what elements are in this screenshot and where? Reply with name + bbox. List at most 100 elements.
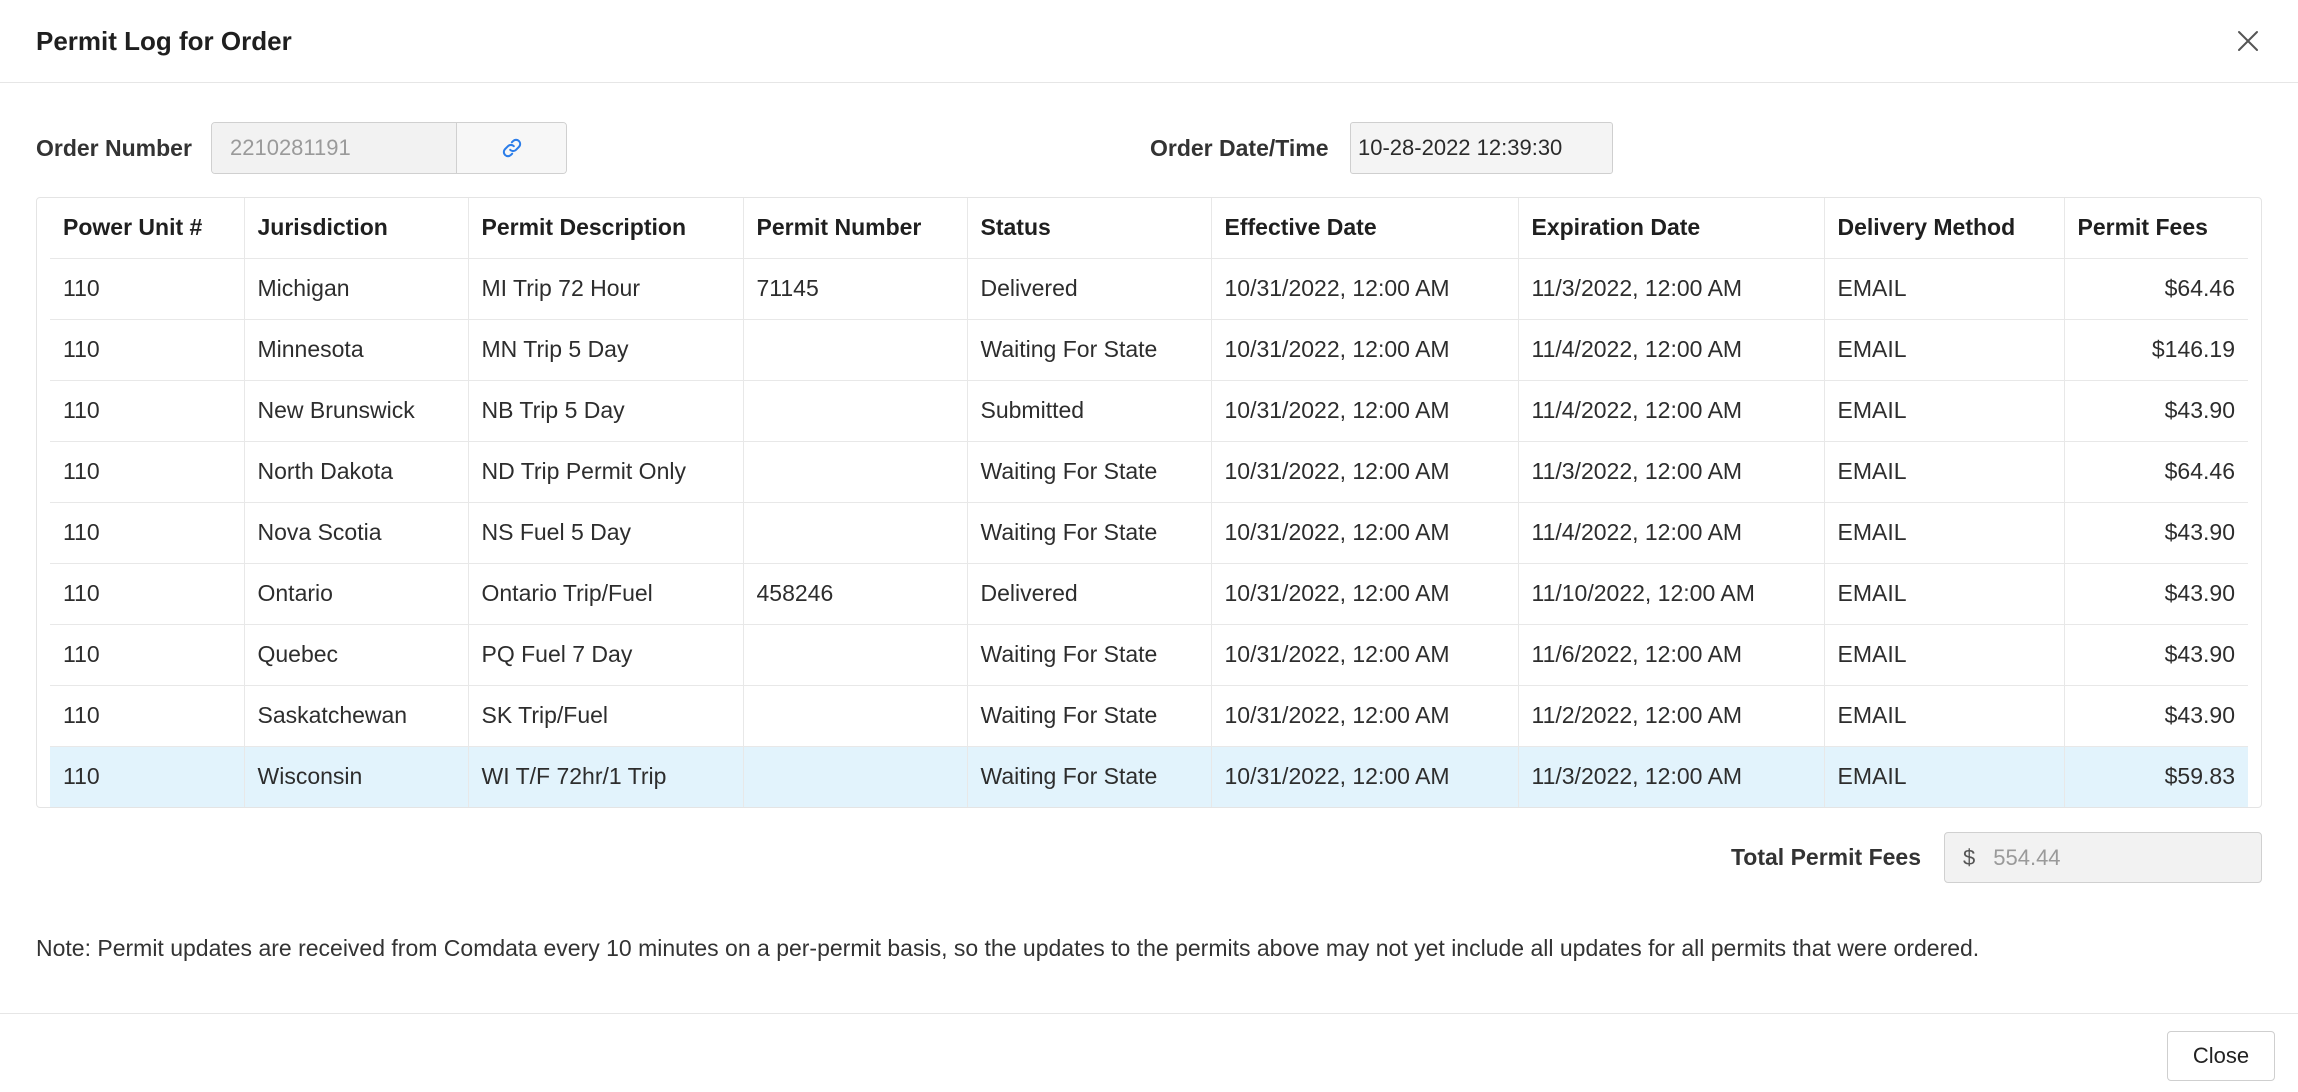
permit-number-cell — [742, 319, 967, 381]
update-note: Note: Permit updates are received from C… — [36, 935, 1980, 961]
order-number-input[interactable] — [212, 123, 457, 173]
table-row[interactable]: 110 New Brunswick NB Trip 5 Day Submitted 10… — [50, 380, 2248, 442]
table-row[interactable]: 110 Saskatchewan SK Trip/Fuel Waiting For S… — [50, 685, 2248, 747]
total-permit-fees-group: $ — [1944, 832, 2262, 883]
permit-description-cell: MI Trip 72 Hour — [467, 258, 743, 320]
table-row[interactable]: 110 Michigan MI Trip 72 Hour 71145 Delivered… — [50, 258, 2248, 320]
column-header-permit-fees[interactable]: Permit Fees — [2063, 198, 2248, 259]
expiration-date-cell: 11/6/2022, 12:00 AM — [1517, 624, 1824, 686]
permit-log-modal: Permit Log for Order Order Number Order … — [0, 0, 2298, 1092]
order-info-row: Order Number Order Date/Time — [36, 83, 2262, 197]
order-date-label: Order Date/Time — [1150, 135, 1329, 161]
table-row[interactable]: 110 Ontario Ontario Trip/Fuel 458246 Deliver… — [50, 563, 2248, 625]
permit-fees-cell: $59.83 — [2063, 746, 2248, 807]
column-header-jurisdiction[interactable]: Jurisdiction — [243, 198, 468, 259]
order-number-group — [211, 122, 567, 174]
jurisdiction-cell: New Brunswick — [243, 380, 468, 442]
column-header-delivery-method[interactable]: Delivery Method — [1823, 198, 2064, 259]
permit-number-cell — [742, 624, 967, 686]
permit-fees-cell: $43.90 — [2063, 624, 2248, 686]
table-row[interactable]: 110 Wisconsin WI T/F 72hr/1 Trip Waiting Fo… — [50, 746, 2248, 807]
column-header-power-unit[interactable]: Power Unit # — [50, 198, 244, 259]
status-cell: Waiting For State — [966, 624, 1211, 686]
modal-body: Order Number Order Date/Time — [0, 83, 2298, 963]
power-unit-cell: 110 — [50, 441, 244, 503]
close-button[interactable]: Close — [2167, 1031, 2275, 1081]
permit-number-cell — [742, 441, 967, 503]
total-permit-fees-input[interactable] — [1991, 843, 2212, 872]
permit-description-cell: WI T/F 72hr/1 Trip — [467, 746, 743, 807]
permits-table: Power Unit # Jurisdiction Permit Descrip… — [50, 198, 2248, 807]
delivery-method-cell: EMAIL — [1823, 380, 2064, 442]
status-cell: Delivered — [966, 563, 1211, 625]
permit-description-cell: NS Fuel 5 Day — [467, 502, 743, 564]
delivery-method-cell: EMAIL — [1823, 258, 2064, 320]
jurisdiction-cell: Saskatchewan — [243, 685, 468, 747]
permit-fees-cell: $43.90 — [2063, 380, 2248, 442]
table-row[interactable]: 110 Quebec PQ Fuel 7 Day Waiting For State 1… — [50, 624, 2248, 686]
table-row[interactable]: 110 Minnesota MN Trip 5 Day Waiting For Sta… — [50, 319, 2248, 381]
column-header-effective-date[interactable]: Effective Date — [1210, 198, 1518, 259]
effective-date-cell: 10/31/2022, 12:00 AM — [1210, 563, 1518, 625]
power-unit-cell: 110 — [50, 502, 244, 564]
effective-date-cell: 10/31/2022, 12:00 AM — [1210, 258, 1518, 320]
expiration-date-cell: 11/4/2022, 12:00 AM — [1517, 502, 1824, 564]
column-header-status[interactable]: Status — [966, 198, 1211, 259]
permit-number-cell — [742, 380, 967, 442]
table-row[interactable]: 110 Nova Scotia NS Fuel 5 Day Waiting For S… — [50, 502, 2248, 564]
status-cell: Waiting For State — [966, 746, 1211, 807]
effective-date-cell: 10/31/2022, 12:00 AM — [1210, 685, 1518, 747]
jurisdiction-cell: Nova Scotia — [243, 502, 468, 564]
expiration-date-cell: 11/3/2022, 12:00 AM — [1517, 441, 1824, 503]
permit-number-cell: 71145 — [742, 258, 967, 320]
link-icon[interactable] — [457, 123, 566, 173]
effective-date-cell: 10/31/2022, 12:00 AM — [1210, 624, 1518, 686]
effective-date-cell: 10/31/2022, 12:00 AM — [1210, 746, 1518, 807]
total-permit-fees-label: Total Permit Fees — [1730, 844, 1921, 870]
delivery-method-cell: EMAIL — [1823, 563, 2064, 625]
permit-description-cell: ND Trip Permit Only — [467, 441, 743, 503]
modal-footer: Close — [0, 1013, 2298, 1092]
delivery-method-cell: EMAIL — [1823, 624, 2064, 686]
effective-date-cell: 10/31/2022, 12:00 AM — [1210, 441, 1518, 503]
status-cell: Waiting For State — [966, 441, 1211, 503]
power-unit-cell: 110 — [50, 319, 244, 381]
column-header-permit-number[interactable]: Permit Number — [742, 198, 967, 259]
power-unit-cell: 110 — [50, 624, 244, 686]
permit-description-cell: Ontario Trip/Fuel — [467, 563, 743, 625]
permit-fees-cell: $64.46 — [2063, 258, 2248, 320]
status-cell: Waiting For State — [966, 685, 1211, 747]
status-cell: Waiting For State — [966, 319, 1211, 381]
permit-description-cell: SK Trip/Fuel — [467, 685, 743, 747]
permit-description-cell: NB Trip 5 Day — [467, 380, 743, 442]
expiration-date-cell: 11/4/2022, 12:00 AM — [1517, 319, 1824, 381]
permit-fees-cell: $43.90 — [2063, 563, 2248, 625]
column-header-permit-description[interactable]: Permit Description — [467, 198, 743, 259]
delivery-method-cell: EMAIL — [1823, 441, 2064, 503]
power-unit-cell: 110 — [50, 746, 244, 807]
delivery-method-cell: EMAIL — [1823, 685, 2064, 747]
permit-number-cell — [742, 685, 967, 747]
jurisdiction-cell: Michigan — [243, 258, 468, 320]
close-icon[interactable] — [2228, 21, 2268, 61]
order-date-input[interactable] — [1350, 122, 1613, 174]
expiration-date-cell: 11/3/2022, 12:00 AM — [1517, 746, 1824, 807]
expiration-date-cell: 11/2/2022, 12:00 AM — [1517, 685, 1824, 747]
jurisdiction-cell: Minnesota — [243, 319, 468, 381]
jurisdiction-cell: Wisconsin — [243, 746, 468, 807]
effective-date-cell: 10/31/2022, 12:00 AM — [1210, 380, 1518, 442]
jurisdiction-cell: North Dakota — [243, 441, 468, 503]
status-cell: Waiting For State — [966, 502, 1211, 564]
power-unit-cell: 110 — [50, 380, 244, 442]
expiration-date-cell: 11/4/2022, 12:00 AM — [1517, 380, 1824, 442]
effective-date-cell: 10/31/2022, 12:00 AM — [1210, 502, 1518, 564]
table-row[interactable]: 110 North Dakota ND Trip Permit Only Waitin… — [50, 441, 2248, 503]
jurisdiction-cell: Quebec — [243, 624, 468, 686]
total-row: Total Permit Fees $ — [36, 808, 2262, 884]
currency-symbol: $ — [1963, 844, 1976, 870]
permit-number-cell — [742, 502, 967, 564]
order-number-label: Order Number — [36, 135, 192, 161]
column-header-expiration-date[interactable]: Expiration Date — [1517, 198, 1824, 259]
effective-date-cell: 10/31/2022, 12:00 AM — [1210, 319, 1518, 381]
expiration-date-cell: 11/10/2022, 12:00 AM — [1517, 563, 1824, 625]
